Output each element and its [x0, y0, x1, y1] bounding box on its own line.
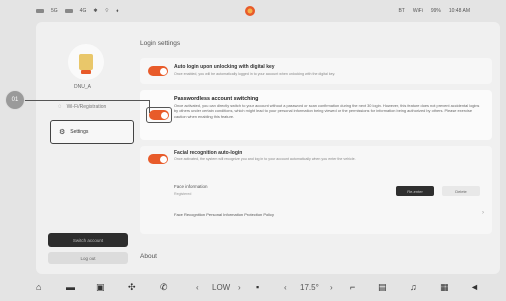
sidebar-item-settings[interactable]: ⚙ Settings — [50, 120, 134, 144]
temperature-label: 17.5° — [300, 283, 319, 292]
login-settings-title: Login settings — [140, 40, 181, 47]
status-right-1: BT — [398, 8, 405, 14]
avatar[interactable] — [68, 44, 104, 80]
sidebar-item-label: Wi-Fi/Registration — [66, 104, 107, 110]
auto-login-title: Auto login upon unlocking with digital k… — [174, 64, 275, 70]
logout-label: Log out — [80, 255, 96, 261]
passwordless-card: Passwordless account switching Once acti… — [140, 90, 492, 140]
sidebar-item-label: Settings — [70, 129, 89, 135]
network-label-1: 5G — [51, 8, 58, 14]
callout-number: 01 — [11, 97, 19, 103]
user-name: DNU_A — [74, 84, 91, 90]
wifi-icon: ⌔ — [104, 8, 110, 14]
battery-label: 99% — [430, 8, 441, 14]
passwordless-desc: Once activated, you can directly switch … — [174, 103, 480, 119]
clock: 10:48 AM — [448, 8, 470, 14]
seat-icon[interactable]: ▪ — [256, 282, 259, 292]
face-info-label: Face information — [174, 184, 208, 189]
delete-label: Delete — [455, 188, 467, 194]
app-logo-icon — [244, 5, 256, 17]
logout-button[interactable]: Log out — [48, 252, 128, 264]
delete-face-button[interactable]: Delete — [442, 186, 480, 196]
face-login-title: Facial recognition auto-login — [174, 150, 243, 156]
bluetooth-icon: ✱ — [93, 8, 98, 14]
auto-login-toggle[interactable] — [148, 66, 168, 76]
status-bar-left: 5G 4G ✱ ⌔ ⬧ — [36, 8, 119, 14]
sidebar: DNU_A ◌ Wi-Fi/Registration ⚙ Settings Sw… — [44, 30, 134, 270]
status-right-2: WiFi — [412, 8, 423, 14]
face-policy-row[interactable]: Face Recognition Personal Information Pr… — [170, 208, 486, 222]
callout-marker: 01 — [5, 90, 25, 110]
apps-icon[interactable]: ▦ — [440, 282, 449, 293]
music-icon[interactable]: ♫ — [410, 282, 417, 292]
home-icon[interactable]: ⌂ — [36, 282, 41, 292]
temp-decrease-icon[interactable]: ‹ — [284, 283, 287, 292]
bottom-dock: ⌂ ▬ ▣ ✣ ✆ ‹ LOW › ▪ ‹ 17.5° › ⌐ ▤ ♫ ▦ ◄ — [0, 276, 506, 301]
gear-icon: ⚙ — [59, 129, 66, 136]
passwordless-title: Passwordless account switching — [174, 96, 259, 102]
avatar-image — [79, 54, 93, 74]
signal-icon-2 — [64, 9, 73, 13]
switch-account-label: Switch account — [72, 237, 104, 243]
face-login-card: Facial recognition auto-login Once activ… — [140, 146, 492, 234]
phone-icon[interactable]: ✆ — [160, 282, 168, 293]
toggle-highlight-box — [146, 107, 172, 123]
status-bar-right: BT WiFi 99% 10:48 AM — [398, 8, 470, 14]
switch-account-button[interactable]: Switch account — [48, 233, 128, 247]
auto-login-desc: Once enabled, you will be automatically … — [174, 72, 336, 76]
grid-icon[interactable]: ▤ — [378, 282, 387, 293]
seat-heat-icon[interactable]: ⌐ — [350, 282, 355, 292]
wifi-icon: ◌ — [58, 104, 62, 110]
about-title[interactable]: About — [140, 253, 157, 260]
fan-increase-icon[interactable]: › — [238, 283, 241, 292]
fan-decrease-icon[interactable]: ‹ — [196, 283, 199, 292]
temp-increase-icon[interactable]: › — [330, 283, 333, 292]
fan-icon[interactable]: ✣ — [128, 282, 136, 293]
volume-icon[interactable]: ◄ — [470, 282, 479, 292]
auto-login-card: Auto login upon unlocking with digital k… — [140, 58, 492, 84]
reenter-label: Re-enter — [407, 188, 423, 194]
callout-line — [24, 100, 150, 102]
network-label-2: 4G — [79, 8, 87, 14]
car-icon[interactable]: ▬ — [66, 282, 75, 292]
status-bar: 5G 4G ✱ ⌔ ⬧ BT WiFi 99% 10:48 AM — [0, 0, 506, 22]
face-login-desc: Once activated, the system will recogniz… — [174, 157, 356, 161]
fan-speed-label: LOW — [212, 283, 231, 292]
location-icon: ⬧ — [116, 8, 119, 14]
reenter-face-button[interactable]: Re-enter — [396, 186, 434, 196]
face-login-toggle[interactable] — [148, 154, 168, 164]
signal-icon — [36, 9, 44, 13]
face-info-hint: Registered — [174, 192, 192, 196]
face-policy-label: Face Recognition Personal Information Pr… — [174, 212, 275, 217]
chevron-right-icon: › — [482, 210, 484, 216]
media-icon[interactable]: ▣ — [96, 282, 105, 293]
